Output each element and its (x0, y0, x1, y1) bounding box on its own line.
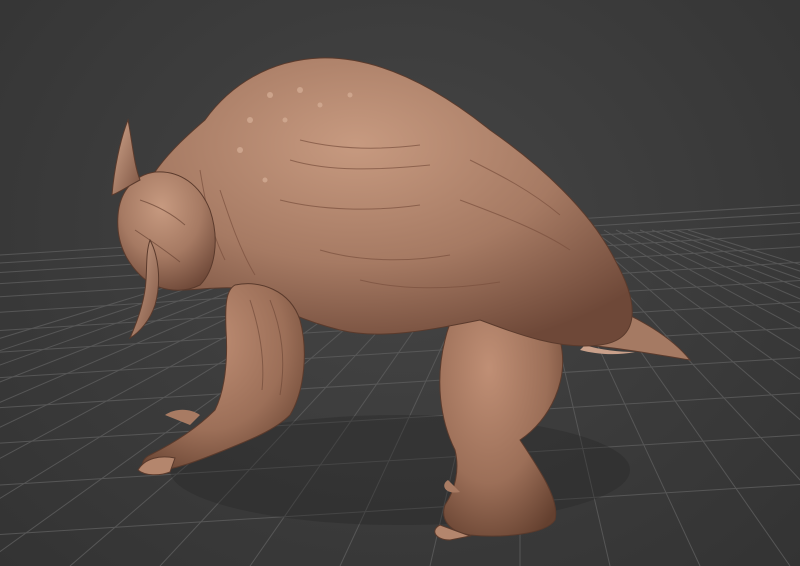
viewport-canvas[interactable] (0, 0, 800, 566)
3d-viewport[interactable] (0, 0, 800, 566)
grid-line (615, 229, 800, 330)
grid-line (687, 229, 800, 265)
grid-line (627, 229, 800, 313)
grid-line (603, 229, 800, 352)
